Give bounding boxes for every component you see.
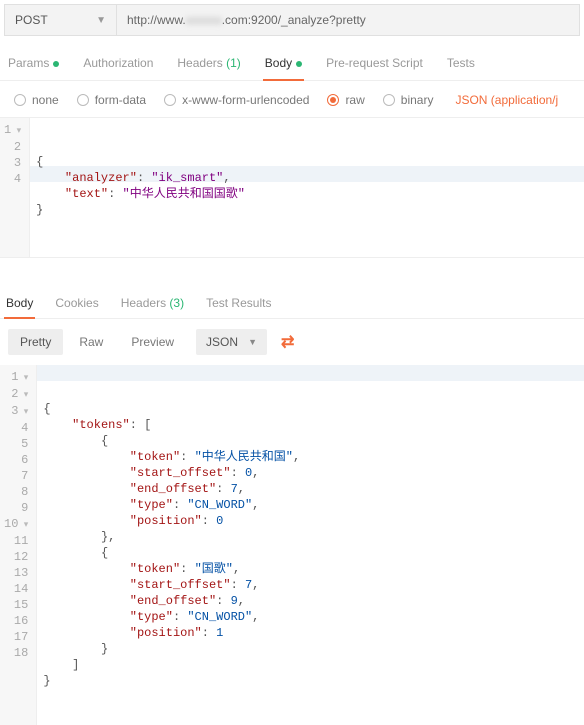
status-dot-icon (296, 61, 302, 67)
resp-tab-cookies[interactable]: Cookies (53, 294, 100, 318)
request-body-editor[interactable]: 1234 { "analyzer": "ik_smart", "text": "… (0, 118, 584, 258)
radio-xwww[interactable]: x-www-form-urlencoded (164, 93, 309, 107)
tab-tests[interactable]: Tests (445, 52, 477, 80)
response-format-select[interactable]: JSON▼ (196, 329, 267, 355)
tab-prerequest[interactable]: Pre-request Script (324, 52, 425, 80)
response-body-viewer[interactable]: 123456789101112131415161718 { "tokens": … (0, 365, 584, 725)
http-method-value: POST (15, 13, 48, 27)
response-tabs: Body Cookies Headers (3) Test Results (0, 278, 584, 319)
request-line: POST ▼ http://www.xxxxxx.com:9200/_analy… (4, 4, 580, 36)
wrap-lines-icon[interactable]: ⇄ (281, 332, 292, 352)
view-preview-button[interactable]: Preview (119, 329, 186, 355)
radio-form-data[interactable]: form-data (77, 93, 146, 107)
line-gutter: 123456789101112131415161718 (0, 365, 37, 725)
resp-tab-tests[interactable]: Test Results (204, 294, 273, 318)
tab-body[interactable]: Body (263, 52, 304, 80)
resp-tab-body[interactable]: Body (4, 294, 35, 318)
tab-authorization[interactable]: Authorization (81, 52, 155, 80)
chevron-down-icon: ▼ (96, 15, 106, 26)
response-toolbar: Pretty Raw Preview JSON▼ ⇄ (0, 319, 584, 365)
tab-params[interactable]: Params (6, 52, 61, 80)
request-tabs: Params Authorization Headers (1) Body Pr… (0, 40, 584, 81)
tab-headers[interactable]: Headers (1) (175, 52, 242, 80)
http-method-select[interactable]: POST ▼ (5, 5, 117, 35)
view-pretty-button[interactable]: Pretty (8, 329, 63, 355)
url-input[interactable]: http://www.xxxxxx.com:9200/_analyze?pret… (117, 5, 579, 35)
resp-tab-headers[interactable]: Headers (3) (119, 294, 186, 318)
body-type-options: none form-data x-www-form-urlencoded raw… (0, 81, 584, 118)
radio-none[interactable]: none (14, 93, 59, 107)
status-dot-icon (53, 61, 59, 67)
view-raw-button[interactable]: Raw (67, 329, 115, 355)
radio-raw[interactable]: raw (327, 93, 364, 107)
line-gutter: 1234 (0, 118, 30, 257)
chevron-down-icon: ▼ (248, 337, 257, 347)
radio-binary[interactable]: binary (383, 93, 434, 107)
content-type-select[interactable]: JSON (application/j (455, 93, 558, 107)
